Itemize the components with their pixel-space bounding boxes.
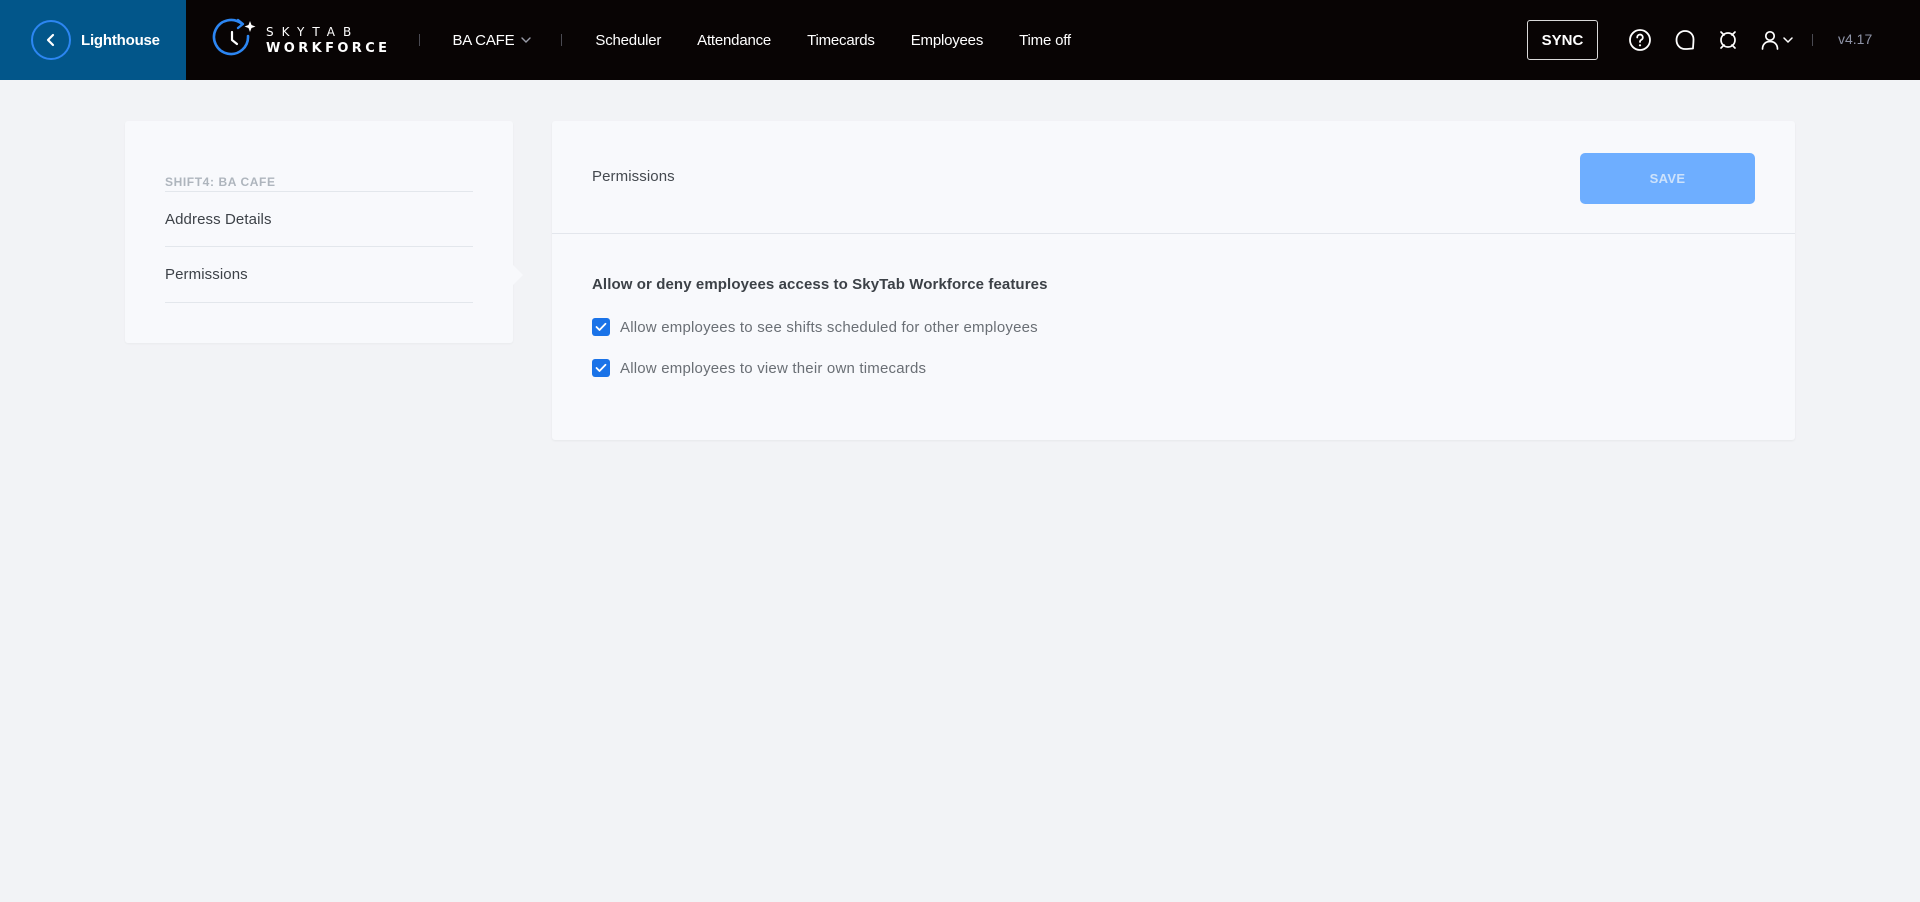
- back-to-lighthouse-button[interactable]: Lighthouse: [0, 0, 186, 80]
- checkbox-checked-icon[interactable]: [592, 359, 610, 377]
- nav-timecards[interactable]: Timecards: [807, 32, 875, 49]
- permission-see-other-shifts[interactable]: Allow employees to see shifts scheduled …: [592, 318, 1038, 336]
- user-menu-icon[interactable]: [1758, 28, 1793, 52]
- location-selector[interactable]: BA CAFE: [452, 31, 532, 49]
- skytab-workforce-logo[interactable]: SKYTAB WORKFORCE: [212, 0, 390, 80]
- permission-label: Allow employees to view their own timeca…: [620, 359, 927, 377]
- nav-attendance[interactable]: Attendance: [697, 32, 771, 49]
- help-icon[interactable]: [1628, 28, 1652, 57]
- sidebar-location-title: SHIFT4: BA CAFE: [165, 175, 276, 189]
- settings-sidebar: SHIFT4: BA CAFE Address Details Permissi…: [125, 121, 513, 343]
- back-chevron-icon: [31, 20, 71, 60]
- location-label: BA CAFE: [452, 31, 515, 49]
- nav-divider: [1812, 34, 1813, 46]
- logo-text-workforce: WORKFORCE: [266, 40, 391, 56]
- panel-header: Permissions SAVE: [552, 121, 1795, 234]
- support-icon[interactable]: [1716, 28, 1740, 57]
- nav-divider: [419, 34, 421, 46]
- permission-label: Allow employees to see shifts scheduled …: [620, 318, 1038, 336]
- nav-employees[interactable]: Employees: [911, 32, 984, 49]
- chat-icon[interactable]: [1673, 28, 1697, 57]
- permissions-heading: Allow or deny employees access to SkyTab…: [592, 276, 1048, 293]
- sidebar-item-permissions[interactable]: Permissions: [165, 247, 473, 301]
- nav-scheduler[interactable]: Scheduler: [595, 32, 661, 49]
- sync-button[interactable]: SYNC: [1527, 20, 1598, 60]
- main-nav: Scheduler Attendance Timecards Employees…: [595, 0, 1106, 80]
- sidebar-divider: [165, 302, 473, 303]
- logo-text-skytab: SKYTAB: [266, 24, 360, 39]
- back-label: Lighthouse: [81, 31, 160, 49]
- top-navigation-bar: Lighthouse SKYTAB WORKFORCE BA CAFE Sche…: [0, 0, 1920, 80]
- permission-view-own-timecards[interactable]: Allow employees to view their own timeca…: [592, 359, 926, 377]
- permissions-panel: Permissions SAVE Allow or deny employees…: [552, 121, 1795, 440]
- active-item-pointer: [513, 265, 523, 285]
- sidebar-item-address-details[interactable]: Address Details: [165, 192, 473, 246]
- nav-time-off[interactable]: Time off: [1019, 32, 1071, 49]
- clock-refresh-icon: [212, 15, 258, 66]
- app-version: v4.17: [1838, 31, 1873, 47]
- nav-divider: [561, 34, 563, 46]
- panel-title: Permissions: [592, 168, 675, 185]
- save-button[interactable]: SAVE: [1580, 153, 1755, 204]
- chevron-down-icon: [521, 36, 532, 44]
- checkbox-checked-icon[interactable]: [592, 318, 610, 336]
